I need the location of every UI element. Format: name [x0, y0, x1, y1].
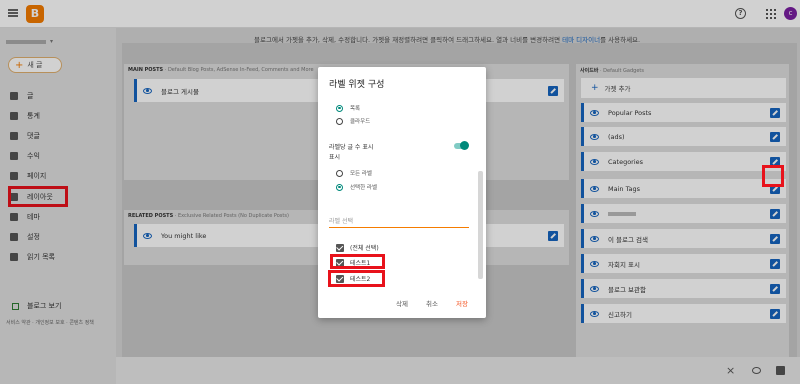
test1-highlight	[330, 254, 385, 269]
count-toggle[interactable]	[454, 141, 469, 150]
checkbox-label: (전체 선택)	[350, 245, 379, 252]
radio-button[interactable]	[336, 183, 343, 191]
label-widget-dialog: 라벨 위젯 구성 목록 클라우드 라벨당 글 수 표시 표시 모든 라벨 선택한…	[318, 67, 486, 318]
categories-edit-highlight	[762, 165, 784, 187]
delete-button[interactable]: 삭제	[396, 298, 408, 308]
test2-highlight	[328, 270, 385, 287]
radio-button[interactable]	[336, 169, 343, 177]
radio-label: 선택한 라벨	[350, 185, 378, 191]
dialog-title: 라벨 위젯 구성	[329, 80, 385, 90]
show-label: 표시	[329, 154, 341, 161]
radio-button[interactable]	[336, 104, 343, 112]
checkbox[interactable]	[336, 243, 344, 252]
radio-label: 목록	[350, 106, 361, 112]
radio-all-labels[interactable]: 모든 라벨	[336, 169, 372, 177]
radio-button[interactable]	[336, 117, 343, 125]
dialog-scrollbar[interactable]	[478, 171, 483, 279]
label-select-input[interactable]: 라벨 선택	[329, 216, 469, 228]
radio-list[interactable]: 목록	[336, 104, 360, 112]
radio-label: 클라우드	[350, 119, 371, 125]
cancel-button[interactable]: 취소	[426, 298, 438, 308]
radio-label: 모든 라벨	[350, 171, 372, 177]
save-button[interactable]: 저장	[456, 298, 468, 308]
count-toggle-label: 라벨당 글 수 표시	[329, 144, 374, 151]
radio-cloud[interactable]: 클라우드	[336, 117, 370, 125]
radio-selected-labels[interactable]: 선택한 라벨	[336, 183, 377, 191]
checkbox-select-all[interactable]: (전체 선택)	[336, 243, 379, 252]
